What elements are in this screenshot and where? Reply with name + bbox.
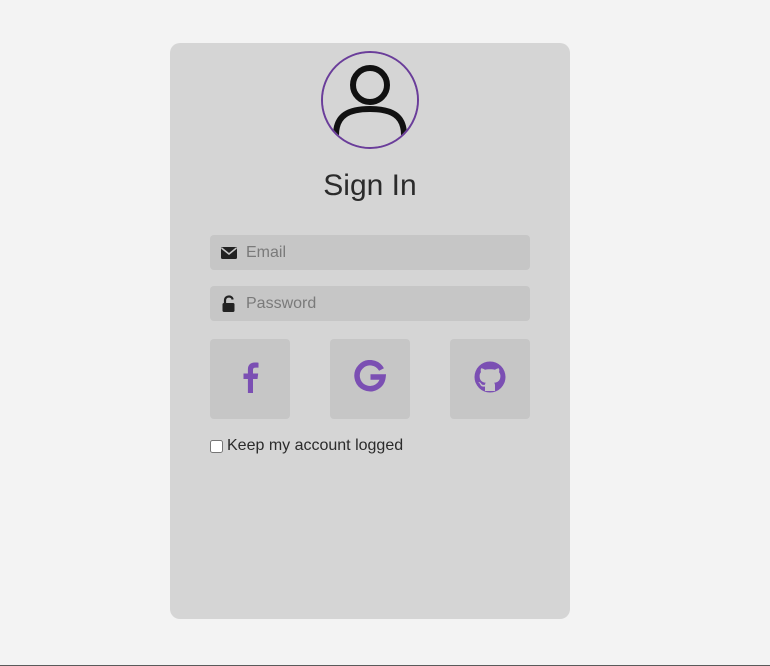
page: Sign In Email Keep my account logged — [0, 0, 770, 666]
keep-logged-checkbox[interactable] — [210, 439, 223, 453]
email-field[interactable] — [210, 235, 530, 270]
github-login-button[interactable] — [450, 339, 530, 419]
login-card: Sign In Email Keep my account logged — [170, 43, 570, 619]
google-login-button[interactable] — [330, 339, 410, 419]
github-icon — [473, 360, 507, 399]
facebook-icon — [240, 361, 260, 398]
unlock-icon — [220, 295, 238, 313]
email-input[interactable] — [246, 235, 516, 270]
page-title: Sign In — [323, 169, 417, 202]
keep-logged-label: Keep my account logged — [227, 437, 404, 454]
keep-logged-option[interactable]: Keep my account logged — [210, 437, 403, 455]
password-input[interactable] — [246, 286, 516, 321]
user-avatar-icon — [321, 51, 419, 149]
envelope-icon — [220, 244, 238, 262]
google-icon — [353, 359, 387, 399]
password-field[interactable] — [210, 286, 530, 321]
facebook-login-button[interactable] — [210, 339, 290, 419]
